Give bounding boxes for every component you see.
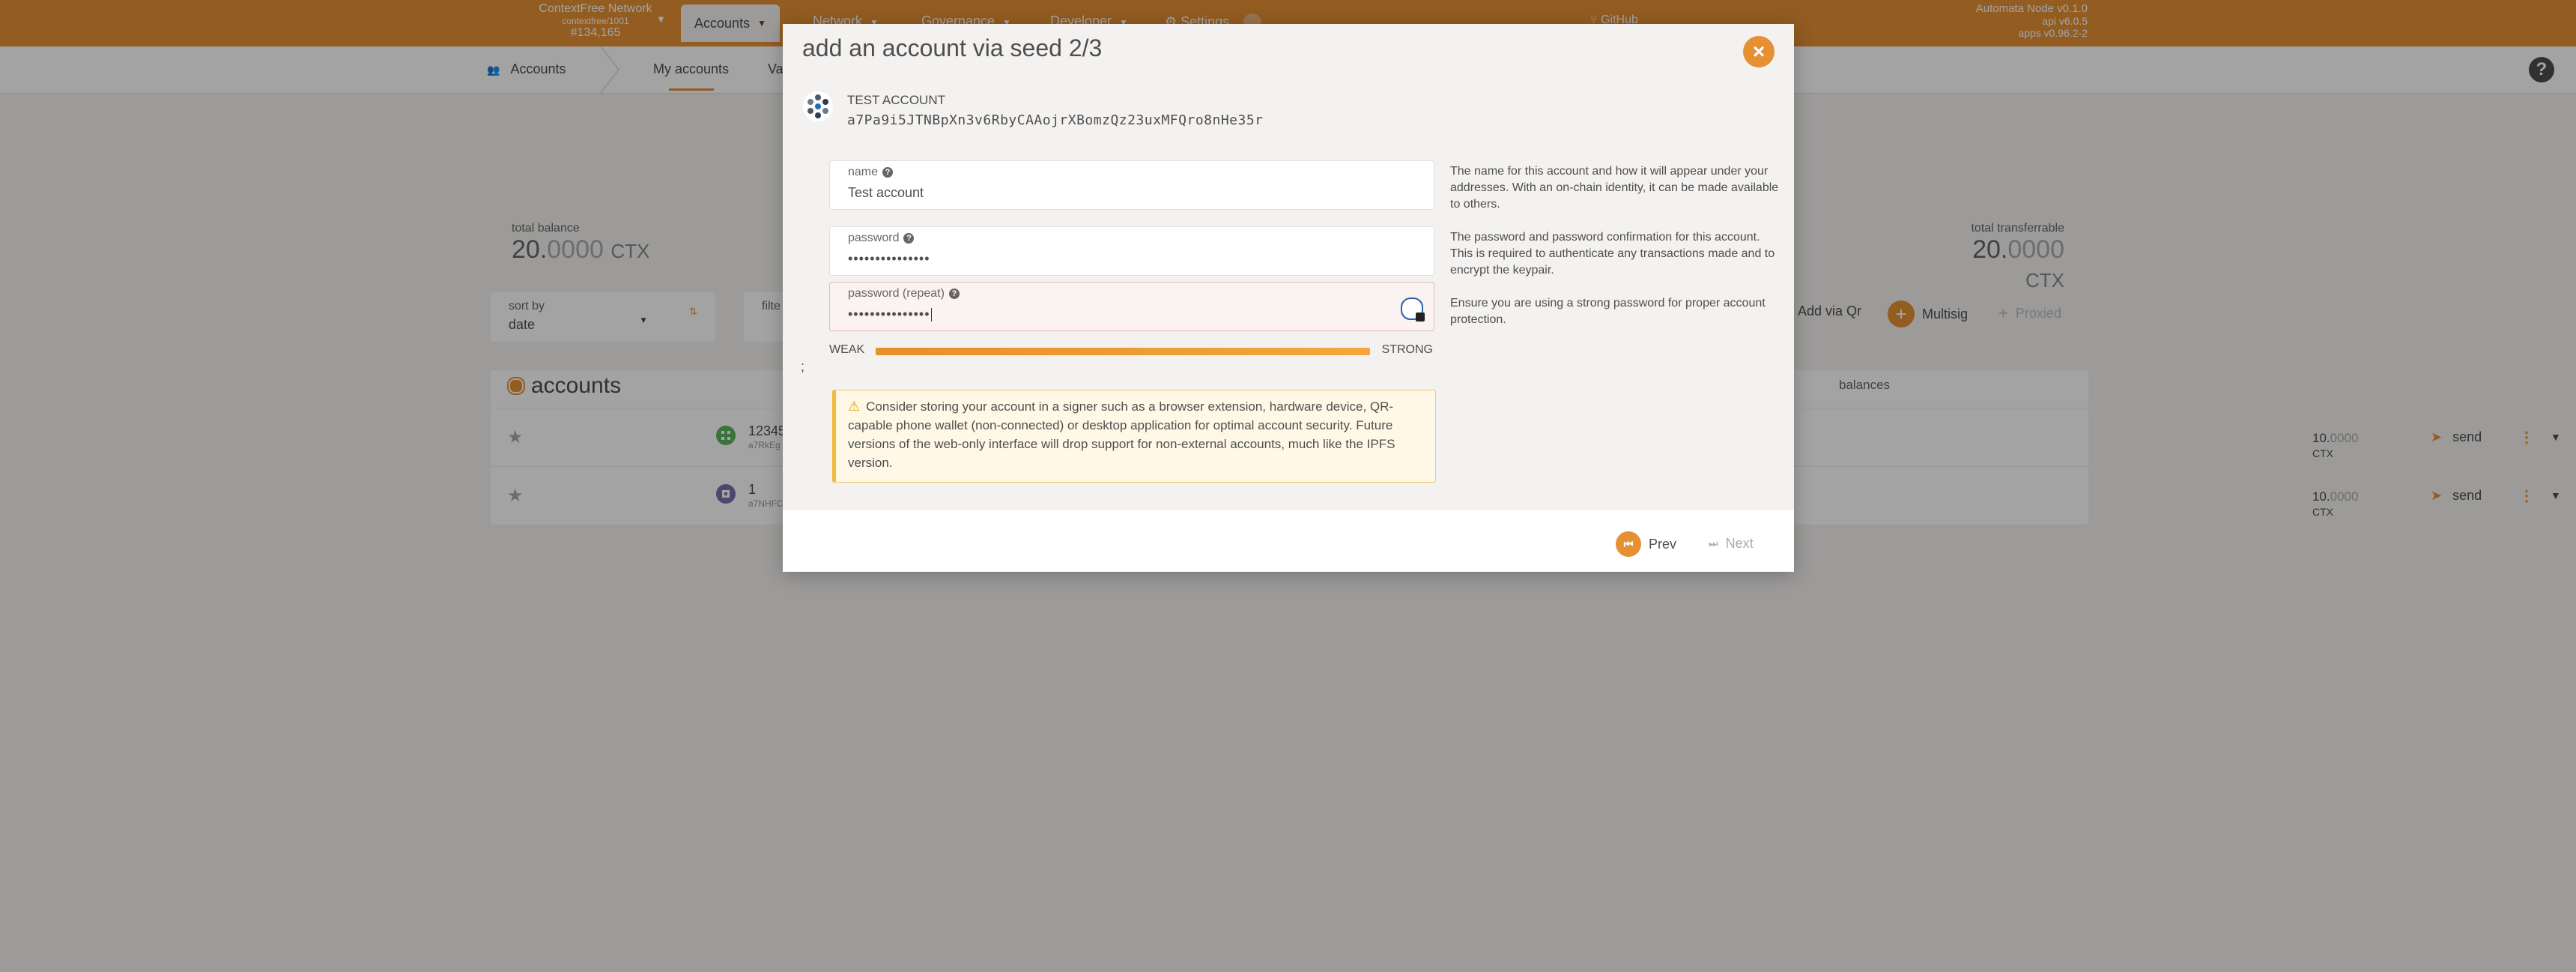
password-strength: WEAK STRONG xyxy=(829,342,1433,358)
name-input[interactable]: Test account xyxy=(848,185,924,201)
text-caret xyxy=(930,308,932,322)
warning-text: Consider storing your account in a signe… xyxy=(848,399,1395,470)
strength-bar-fill xyxy=(876,348,1370,355)
name-field[interactable]: name ? Test account xyxy=(829,160,1434,210)
strength-bar-track xyxy=(876,348,1370,355)
lock-icon xyxy=(1416,313,1425,322)
question-icon[interactable]: ? xyxy=(882,167,894,178)
password-label: password ? xyxy=(848,232,915,245)
password-field[interactable]: password ? ••••••••••••••• xyxy=(829,226,1434,276)
stray-text: ; xyxy=(801,359,805,374)
next-label: Next xyxy=(1725,536,1754,551)
step-forward-icon: ⏭ xyxy=(1709,537,1718,549)
password-repeat-input[interactable]: ••••••••••••••• xyxy=(848,307,932,322)
name-help-text: The name for this account and how it wil… xyxy=(1450,165,1779,211)
name-label: name ? xyxy=(848,166,894,179)
step-backward-icon: ⏮ xyxy=(1616,531,1641,557)
warning-content: ⚠ Consider storing your account in a sign… xyxy=(848,397,1420,472)
question-icon[interactable]: ? xyxy=(903,233,915,244)
password-help-text: The password and password confirmation f… xyxy=(1450,231,1775,277)
warning-triangle-icon: ⚠ xyxy=(848,399,861,414)
modal-title: add an account via seed 2/3 xyxy=(802,34,1103,61)
password-input[interactable]: ••••••••••••••• xyxy=(848,251,930,267)
password-repeat-value: ••••••••••••••• xyxy=(848,307,930,322)
name-label-text: name xyxy=(848,166,879,178)
prev-label: Prev xyxy=(1649,536,1677,552)
close-button[interactable]: × xyxy=(1743,36,1775,67)
security-warning: ⚠ Consider storing your account in a sign… xyxy=(832,390,1436,483)
password-label-text: password xyxy=(848,232,900,244)
strength-weak-label: WEAK xyxy=(829,343,865,356)
next-button[interactable]: ⏭ Next xyxy=(1709,536,1754,552)
close-icon: × xyxy=(1752,40,1766,63)
account-address: a7Pa9i5JTNBpXn3v6RbyCAAojrXBomzQz23uxMFQ… xyxy=(847,112,1264,128)
password-repeat-label-text: password (repeat) xyxy=(848,287,945,300)
strength-strong-label: STRONG xyxy=(1381,343,1433,356)
question-icon[interactable]: ? xyxy=(948,289,960,299)
modal-footer: ⏮ Prev ⏭ Next xyxy=(783,510,1794,572)
identicon-icon xyxy=(803,91,833,121)
account-name: TEST ACCOUNT xyxy=(847,93,945,107)
prev-button[interactable]: ⏮ Prev xyxy=(1616,531,1676,557)
password-visibility-icon[interactable] xyxy=(1401,298,1425,322)
password-repeat-label: password (repeat) ? xyxy=(848,287,960,301)
password-repeat-field[interactable]: password (repeat) ? ••••••••••••••• xyxy=(829,282,1434,331)
add-account-modal: add an account via seed 2/3 × TEST ACCOU… xyxy=(783,24,1794,572)
password-repeat-help-text: Ensure you are using a strong password f… xyxy=(1450,297,1766,326)
